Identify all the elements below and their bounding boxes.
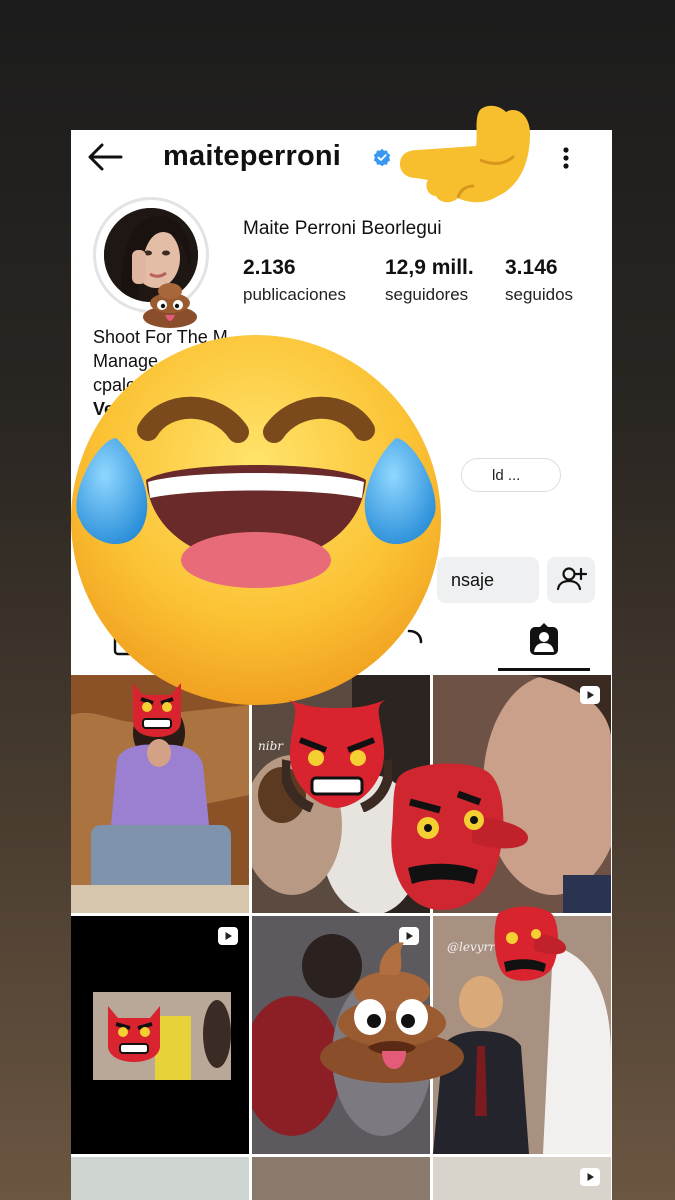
tab-tagged[interactable]	[498, 610, 590, 672]
profile-full-name: Maite Perroni Beorlegui	[243, 218, 442, 239]
link-pill[interactable]: ld ...	[461, 458, 561, 492]
profile-username: maiteperroni	[163, 140, 342, 172]
tengu-mask-emoji	[282, 700, 392, 812]
posts-label[interactable]: publicaciones	[243, 285, 346, 305]
active-tab-indicator	[498, 668, 590, 671]
pointing-hand-emoji	[400, 105, 530, 203]
tagged-tab-icon	[530, 623, 558, 655]
poop-emoji	[320, 942, 464, 1083]
grid-post-7[interactable]	[71, 1157, 249, 1200]
play-icon	[580, 1168, 600, 1186]
play-icon	[218, 927, 238, 945]
post-2-watermark: nibr	[258, 739, 283, 753]
back-arrow-icon[interactable]	[87, 142, 123, 172]
following-label[interactable]: seguidos	[505, 285, 573, 305]
following-count[interactable]: 3.146	[505, 256, 558, 280]
laughing-crying-emoji	[71, 335, 441, 705]
verified-badge-icon	[373, 148, 391, 166]
tengu-mask-emoji	[133, 683, 181, 737]
tengu-mask-emoji	[494, 906, 566, 981]
play-icon	[580, 686, 600, 704]
add-person-icon	[556, 567, 588, 591]
posts-count[interactable]: 2.136	[243, 256, 296, 280]
grid-post-8[interactable]	[252, 1157, 430, 1200]
grid-post-9[interactable]	[433, 1157, 611, 1200]
tengu-mask-emoji	[108, 1006, 160, 1062]
add-person-button[interactable]	[547, 557, 595, 603]
tengu-mask-emoji	[391, 763, 528, 910]
more-options-icon[interactable]	[551, 144, 581, 172]
followers-label[interactable]: seguidores	[385, 285, 468, 305]
followers-count[interactable]: 12,9 mill.	[385, 256, 474, 280]
